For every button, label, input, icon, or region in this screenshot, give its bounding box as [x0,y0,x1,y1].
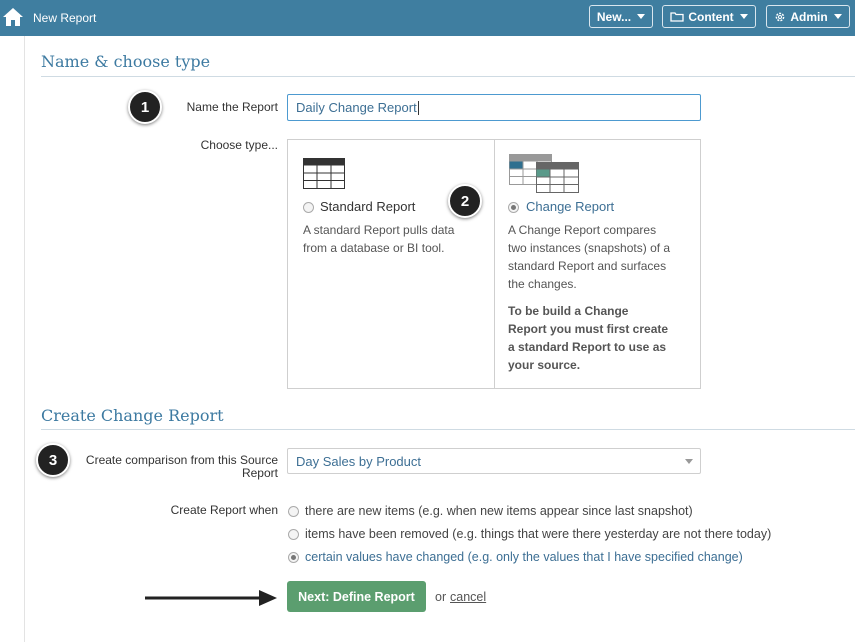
section-title-create-change: Create Change Report [41,406,224,425]
standard-report-label[interactable]: Standard Report [320,199,415,214]
admin-menu-label: Admin [790,9,828,24]
source-report-label-line2: Report [241,466,278,480]
standard-report-desc-2: from a database or BI tool. [303,241,445,255]
home-icon[interactable] [2,7,24,27]
change-report-desc-1: A Change Report compares [508,223,657,237]
source-report-select[interactable]: Day Sales by Product [287,448,701,474]
admin-menu-button[interactable]: Admin [766,5,850,28]
items-removed-option[interactable]: items have been removed (e.g. things tha… [305,527,771,541]
standard-report-radio[interactable] [303,202,314,213]
chevron-down-icon [739,14,748,19]
type-divider [494,139,495,389]
left-divider [24,36,25,642]
page-title: New Report [33,11,97,25]
change-report-note-2: Report you must first create [508,322,669,336]
name-report-label: Name the Report [186,100,278,114]
folder-icon [670,12,684,22]
text-cursor [417,100,419,115]
section-divider [41,76,855,77]
chevron-down-icon [685,459,693,464]
change-report-note-3: a standard Report to use as [508,340,667,354]
change-report-desc-3: standard Report and surfaces [508,259,667,273]
create-when-label: Create Report when [170,503,278,517]
section-title-name-type: Name & choose type [41,52,211,71]
values-changed-option[interactable]: certain values have changed (e.g. only t… [305,550,743,564]
change-table-icon [509,154,579,193]
chevron-down-icon [637,14,646,19]
top-bar: New Report New... Content Admin [0,0,855,36]
report-name-input[interactable]: Daily Change Report [287,94,701,121]
arrow-right-icon [145,590,277,606]
chevron-down-icon [833,14,842,19]
change-report-note-1: To be build a Change [508,304,629,318]
cancel-link[interactable]: cancel [450,590,486,604]
step-badge-2: 2 [448,184,482,218]
standard-report-desc-1: A standard Report pulls data [303,223,455,237]
source-report-value: Day Sales by Product [296,453,422,469]
table-icon [303,158,345,189]
new-menu-label: New... [596,9,632,24]
content-menu-button[interactable]: Content [662,5,756,28]
source-report-label-line1: Create comparison from this Source [85,453,278,467]
report-name-value: Daily Change Report [296,100,417,115]
content-menu-label: Content [688,9,734,24]
choose-type-label: Choose type... [200,138,278,152]
section-divider [41,429,855,430]
new-menu-button[interactable]: New... [589,5,653,28]
next-define-report-button[interactable]: Next: Define Report [287,581,426,612]
change-report-label[interactable]: Change Report [526,199,614,214]
change-report-desc-2: two instances (snapshots) of a [508,241,671,255]
change-report-radio[interactable] [508,202,519,213]
or-text: or [435,590,447,604]
new-items-radio[interactable] [288,506,299,517]
change-report-note-4: your source. [508,358,581,372]
new-items-option[interactable]: there are new items (e.g. when new items… [305,504,693,518]
items-removed-radio[interactable] [288,529,299,540]
source-report-label: Create comparison from this Source Repor… [60,454,278,480]
gear-icon [775,12,785,21]
values-changed-radio[interactable] [288,552,299,563]
change-report-desc-4: the changes. [508,277,577,291]
